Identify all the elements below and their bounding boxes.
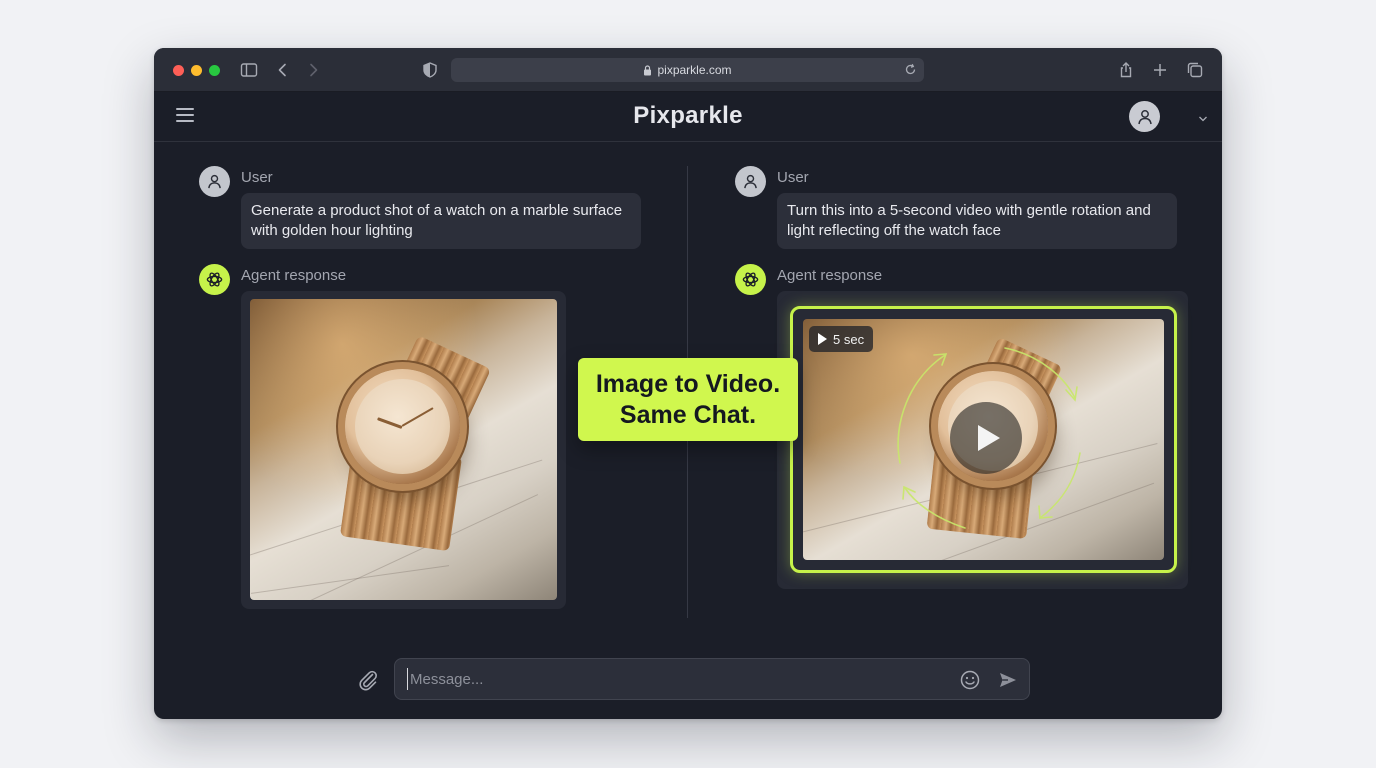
share-icon[interactable] [1116,60,1136,80]
user-label: User [241,169,273,186]
agent-avatar [735,264,766,295]
user-avatar [735,166,766,197]
video-duration-badge: 5 sec [809,326,874,352]
video-duration-text: 5 sec [833,331,865,347]
user-label: User [777,169,809,186]
user-message-bubble: Generate a product shot of a watch on a … [241,193,641,249]
agent-logo-icon [206,272,223,287]
user-icon [208,174,221,189]
watch-product-image[interactable] [250,299,557,600]
agent-avatar [199,264,230,295]
app-header: Pixparkle [154,92,1222,142]
reload-icon[interactable] [904,63,917,76]
chevron-down-icon[interactable] [1198,110,1208,128]
tab-overview-icon[interactable] [1185,60,1205,80]
feature-callout: Image to Video. Same Chat. [578,358,798,441]
play-icon [978,425,1000,451]
agent-label: Agent response [241,267,347,284]
lock-icon [643,64,652,76]
message-composer [394,658,1030,700]
user-icon [744,174,757,189]
callout-line-1: Image to Video. [595,369,781,398]
play-small-icon [818,333,827,345]
play-button[interactable] [950,402,1022,474]
user-avatar-icon [1137,109,1152,124]
account-avatar-button[interactable] [1129,101,1160,132]
address-bar[interactable]: pixparkle.com [451,58,924,82]
agent-label: Agent response [777,267,883,284]
back-arrow-icon[interactable] [273,60,293,80]
browser-window: pixparkle.com Pixparkle User Generate a … [154,48,1222,719]
send-icon[interactable] [997,669,1019,691]
new-tab-plus-icon[interactable] [1150,60,1170,80]
app-title: Pixparkle [633,102,743,129]
emoji-icon[interactable] [959,669,981,691]
close-window-button[interactable] [173,65,184,76]
generated-image-card [241,291,566,609]
privacy-shield-icon[interactable] [420,60,440,80]
callout-line-2: Same Chat. [619,400,757,429]
forward-arrow-icon[interactable] [303,60,323,80]
minimize-window-button[interactable] [191,65,202,76]
user-avatar [199,166,230,197]
user-message-bubble: Turn this into a 5-second video with gen… [777,193,1177,249]
paperclip-icon[interactable] [356,668,380,692]
message-input[interactable] [407,668,927,690]
browser-toolbar: pixparkle.com [154,48,1222,92]
url-text: pixparkle.com [657,63,732,77]
agent-logo-icon [742,272,759,287]
sidebar-toggle-icon[interactable] [239,60,259,80]
zoom-window-button[interactable] [209,65,220,76]
